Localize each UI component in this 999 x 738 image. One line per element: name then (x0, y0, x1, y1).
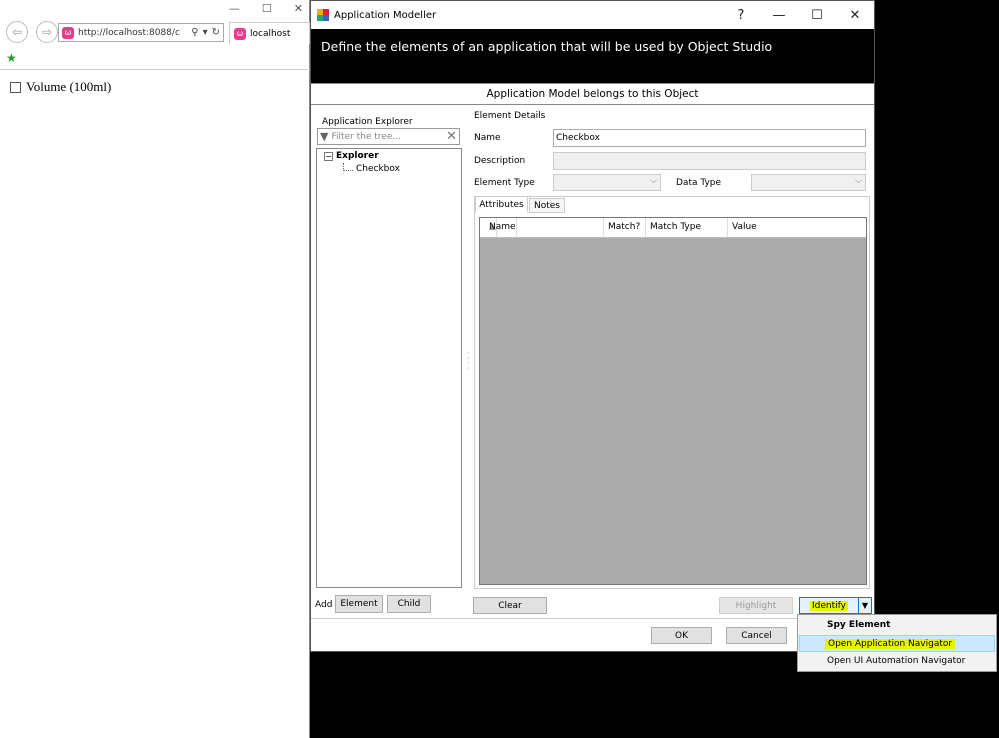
favorites-star-icon[interactable]: ★ (6, 51, 17, 65)
application-modeller-window: Application Modeller ? — ☐ ✕ Define the … (310, 0, 875, 652)
refresh-icon[interactable]: ↻ (212, 27, 220, 38)
tree-node-label: Explorer (336, 151, 379, 161)
menu-item-label: Open Application Navigator (825, 639, 956, 649)
identify-menu: Spy Element Open Application Navigator O… (797, 614, 997, 672)
footer-divider (311, 618, 874, 619)
filter-placeholder: Filter the tree... (331, 131, 401, 142)
add-element-button[interactable]: Element (335, 595, 383, 613)
explorer-label: Application Explorer (322, 117, 413, 127)
clear-button[interactable]: Clear (473, 597, 547, 614)
maximize-icon[interactable]: ☐ (262, 2, 272, 15)
column-name[interactable]: ▲ Name (480, 218, 604, 237)
menu-item-spy-element[interactable]: Spy Element (799, 617, 995, 634)
forward-arrow-icon: ⇨ (41, 25, 53, 39)
tab-attributes[interactable]: Attributes (475, 196, 528, 213)
volume-checkbox[interactable]: Volume (100ml) (10, 79, 111, 95)
filter-input[interactable]: ▼ Filter the tree... ✕ (317, 128, 460, 145)
close-icon[interactable]: ✕ (836, 8, 874, 23)
identify-dropdown-button[interactable]: ▼ (858, 597, 872, 614)
window-title: Application Modeller (334, 9, 437, 21)
browser-window: — ☐ ✕ ⇦ ⇨ ω http://localhost:8088/c ⚲ ▾ … (0, 0, 310, 738)
close-icon[interactable]: ✕ (294, 2, 303, 15)
minimize-icon[interactable]: — (760, 8, 798, 23)
chevron-down-icon: ⌵ (855, 176, 862, 186)
search-icon[interactable]: ⚲ (191, 27, 198, 38)
maximize-icon[interactable]: ☐ (798, 8, 836, 23)
minimize-icon[interactable]: — (229, 2, 240, 15)
address-url: http://localhost:8088/c (78, 27, 180, 38)
browser-window-controls: — ☐ ✕ (229, 2, 303, 15)
chevron-down-icon: ⌵ (650, 176, 657, 186)
splitter-handle[interactable]: · · · · (467, 350, 471, 373)
title-bar: Application Modeller ? — ☐ ✕ (311, 1, 874, 29)
column-match-type[interactable]: Match Type (646, 218, 728, 237)
forward-button[interactable]: ⇨ (36, 21, 58, 43)
filter-icon: ▼ (320, 130, 329, 143)
collapse-icon[interactable]: − (324, 151, 333, 161)
description-field[interactable] (553, 152, 866, 170)
description-label: Description (474, 156, 526, 166)
cancel-button[interactable]: Cancel (726, 627, 787, 644)
element-type-label: Element Type (474, 178, 535, 188)
identify-button[interactable]: Identify (799, 597, 859, 614)
dropdown-icon[interactable]: ▾ (203, 27, 208, 38)
browser-tab[interactable]: ω localhost (229, 22, 310, 44)
toolbar-divider (0, 69, 310, 70)
help-icon[interactable]: ? (722, 8, 760, 23)
attributes-grid[interactable]: ▲ Name Match? Match Type Value (479, 217, 867, 585)
add-child-button[interactable]: Child (387, 595, 431, 613)
menu-item-open-application-navigator[interactable]: Open Application Navigator (799, 635, 995, 652)
model-belongs-label: Application Model belongs to this Object (311, 83, 874, 105)
attributes-panel: Attributes Notes ▲ Name Match? Match Typ… (474, 196, 870, 589)
tab-title: localhost (250, 28, 291, 39)
app-icon (317, 9, 329, 21)
tab-notes[interactable]: Notes (529, 198, 565, 213)
tree-node-checkbox[interactable]: Checkbox (354, 164, 402, 174)
checkbox-label: Volume (100ml) (26, 79, 112, 94)
element-details-label: Element Details (474, 111, 546, 121)
column-match[interactable]: Match? (604, 218, 646, 237)
add-label: Add (315, 600, 333, 610)
ok-button[interactable]: OK (651, 627, 712, 644)
name-label: Name (474, 133, 501, 143)
tree-node-explorer[interactable]: − Explorer (324, 151, 379, 161)
back-arrow-icon: ⇦ (11, 25, 23, 39)
data-type-label: Data Type (676, 178, 722, 188)
data-type-select[interactable]: ⌵ (751, 174, 866, 191)
column-value[interactable]: Value (728, 218, 866, 237)
explorer-tree[interactable]: − Explorer Checkbox (316, 148, 462, 588)
dropdown-arrow-icon: ▼ (861, 601, 869, 610)
grid-header: ▲ Name Match? Match Type Value (480, 218, 866, 238)
site-favicon-icon: ω (62, 26, 74, 39)
highlight-button[interactable]: Highlight (719, 597, 793, 614)
element-type-select[interactable]: ⌵ (553, 174, 661, 191)
back-button[interactable]: ⇦ (6, 21, 28, 43)
header-banner: Define the elements of an application th… (311, 29, 874, 83)
menu-item-open-ui-automation-navigator[interactable]: Open UI Automation Navigator (799, 653, 995, 670)
column-name-label: Name (485, 218, 517, 237)
identify-label: Identify (810, 600, 848, 611)
address-bar[interactable]: ω http://localhost:8088/c ⚲ ▾ ↻ (58, 23, 224, 42)
checkbox-box[interactable] (10, 81, 21, 93)
name-field[interactable]: Checkbox (553, 129, 866, 147)
tree-connector (343, 163, 353, 171)
tab-favicon-icon: ω (234, 27, 246, 40)
clear-filter-icon[interactable]: ✕ (446, 129, 457, 144)
